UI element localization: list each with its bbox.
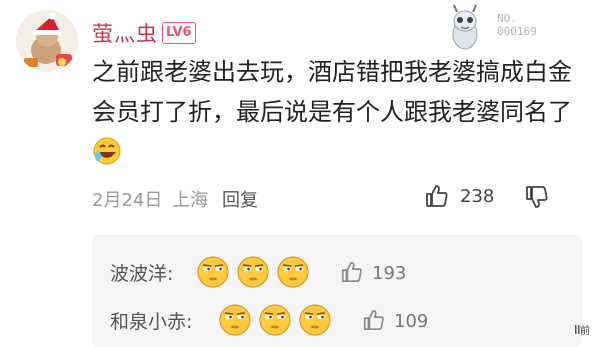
badge-number-text: NO. 000169	[497, 12, 537, 38]
reply-button[interactable]: 回复	[222, 186, 258, 212]
avatar[interactable]	[16, 10, 78, 72]
dislike-button[interactable]	[524, 184, 550, 214]
reply-author[interactable]: 和泉小赤:	[110, 303, 192, 341]
replies-panel: 波波洋: 193 和泉小赤: 109	[92, 235, 582, 347]
username[interactable]: 萤灬虫	[92, 18, 158, 48]
doge-face-icon	[219, 304, 251, 336]
thumbs-up-icon	[426, 185, 448, 207]
comment-body: 之前跟老婆出去玩，酒店错把我老婆搞成白金会员打了折，最后说是有个人跟我老婆同名了	[92, 58, 572, 126]
thumbs-up-icon	[363, 309, 384, 331]
laughing-face-icon	[92, 136, 122, 178]
level-badge: LV6	[162, 22, 196, 44]
thumbs-down-icon	[526, 186, 548, 208]
comment-location: 上海	[172, 190, 209, 211]
avatar-image	[16, 10, 78, 72]
doge-face-icon	[197, 256, 229, 288]
reply-author[interactable]: 波波洋:	[110, 255, 173, 293]
like-button[interactable]	[424, 183, 450, 211]
doge-face-icon	[299, 304, 331, 336]
fan-badge-number: NO. 000169	[497, 12, 537, 38]
doge-face-icon	[237, 256, 269, 288]
reply-like-button[interactable]	[340, 260, 364, 288]
reply-like-count: 109	[394, 311, 429, 332]
comment-text: 之前跟老婆出去玩，酒店错把我老婆搞成白金会员打了折，最后说是有个人跟我老婆同名了	[92, 52, 582, 178]
fan-badge-figure-icon	[452, 4, 478, 50]
thumbs-up-icon	[341, 261, 362, 283]
reply-emoji-row	[218, 303, 332, 337]
reply-emoji-row	[196, 255, 310, 289]
reply-like-button[interactable]	[362, 308, 386, 336]
comment-meta: 2月24日 上海	[92, 186, 208, 212]
doge-face-icon	[277, 256, 309, 288]
corner-text: 前	[580, 326, 590, 337]
reply-like-count: 193	[372, 263, 407, 284]
doge-face-icon	[259, 304, 291, 336]
like-count: 238	[460, 186, 495, 207]
comment-date: 2月24日	[92, 190, 163, 211]
